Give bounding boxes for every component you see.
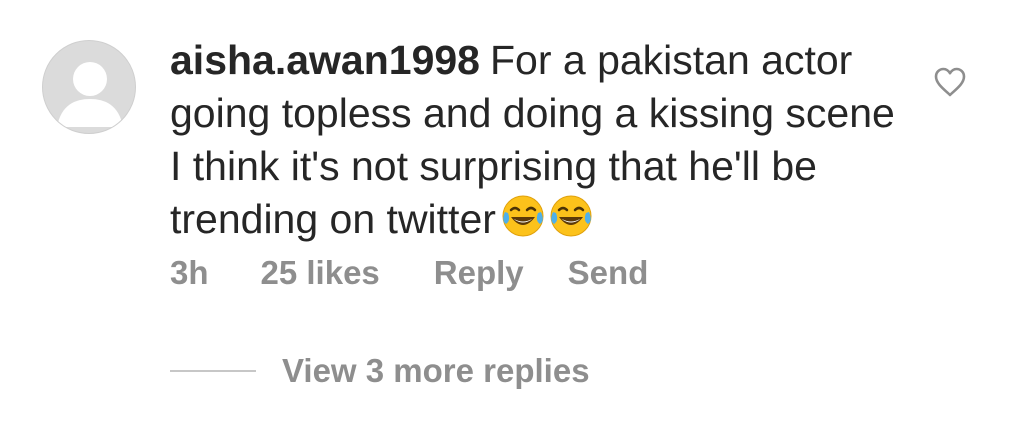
reply-button[interactable]: Reply: [434, 254, 524, 292]
likes-count-button[interactable]: 25 likes: [261, 254, 380, 292]
comment-actions: 3h 25 likes Reply Send: [170, 254, 648, 292]
send-button[interactable]: Send: [568, 254, 649, 292]
emoji-group: [498, 193, 594, 252]
comment-item: aisha.awan1998 For a pakistan actor going…: [0, 0, 1024, 442]
face-with-tears-of-joy-icon: [502, 195, 544, 237]
face-with-tears-of-joy-icon: [550, 195, 592, 237]
avatar[interactable]: [42, 40, 136, 134]
comment-timestamp: 3h: [170, 254, 209, 291]
view-more-replies-button[interactable]: View 3 more replies: [170, 352, 590, 390]
default-avatar-icon: [57, 62, 123, 127]
view-replies-label: View 3 more replies: [282, 352, 590, 389]
heart-outline-icon[interactable]: [933, 66, 967, 98]
comment-text-block: aisha.awan1998 For a pakistan actor going…: [170, 34, 910, 252]
comment-username[interactable]: aisha.awan1998: [170, 37, 480, 83]
replies-divider: [170, 370, 256, 372]
